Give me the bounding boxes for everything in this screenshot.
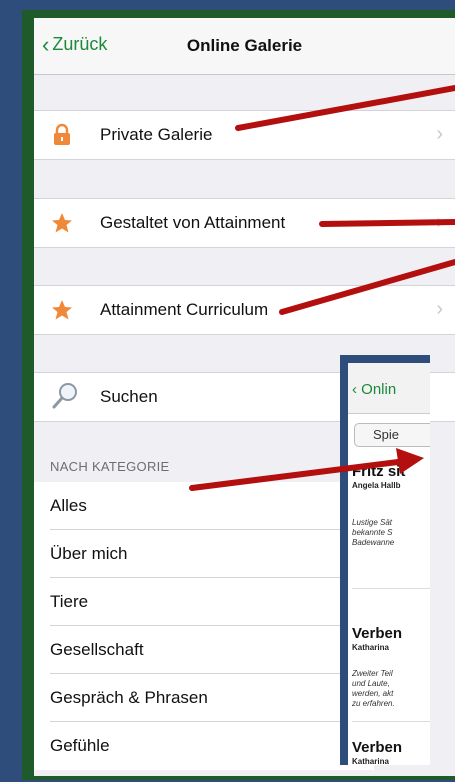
inset-back-button[interactable]: ‹ Onlin [352,381,396,398]
row-label: Gestaltet von Attainment [100,213,286,232]
inset-item-desc: Zweiter Teil [352,669,393,678]
row-label: Attainment Curriculum [100,300,269,319]
category-item[interactable]: Alles [34,482,374,530]
inset-item-desc: bekannte S [352,528,393,537]
category-label: Alles [50,496,87,515]
chevron-right-icon: › [436,298,443,320]
inset-item-desc: zu erfahren. [352,699,395,708]
navigation-bar: ‹ Zurück Online Galerie [34,18,455,75]
inset-item-title: Verben [352,625,403,642]
inset-navigation-bar: ‹ Onlin [348,363,430,414]
divider [352,588,430,589]
inset-item-title: Fritz sit [352,463,406,480]
divider [352,721,430,722]
category-item[interactable]: Tiere [34,578,374,626]
category-label: Gespräch & Phrasen [50,688,208,707]
inset-item-title: Verben [352,739,403,756]
row-attainment-curriculum[interactable]: Attainment Curriculum › [34,285,455,335]
section-header: NACH KATEGORIE [50,459,170,474]
inset-screen: ‹ Onlin Spie Fritz sit Angela Hallb Lust… [348,363,430,765]
magnifier-icon [50,383,77,409]
inset-item-author: Angela Hallb [352,481,401,490]
inset-back-label: Onlin [361,381,397,398]
category-label: Gesellschaft [50,640,144,659]
inset-item-desc: und Laute, [352,679,390,688]
inset-screenshot: ‹ Onlin Spie Fritz sit Angela Hallb Lust… [340,355,430,765]
inset-item-author: Katharina [352,643,389,652]
inset-item-desc: Lustige Sät [352,518,393,527]
row-label: Private Galerie [100,125,213,144]
inset-search-field[interactable]: Spie [354,423,430,447]
row-private-gallery[interactable]: Private Galerie › [34,110,455,160]
inset-search-text: Spie [373,427,400,442]
inset-item-desc: Badewanne [352,538,395,547]
inset-item-author: Katharina [352,757,389,765]
page-title: Online Galerie [186,36,303,55]
category-label: Über mich [50,544,128,563]
chevron-right-icon: › [436,123,443,145]
row-designed-by-attainment[interactable]: Gestaltet von Attainment › [34,198,455,248]
star-icon [50,298,74,322]
category-item[interactable]: Gesellschaft [34,626,374,674]
star-icon [50,211,74,235]
category-item[interactable]: Über mich [34,530,374,578]
category-label: Tiere [50,592,89,611]
category-label: Gefühle [50,736,110,755]
category-item[interactable]: Gefühle [34,722,374,770]
lock-icon [50,123,74,147]
category-item[interactable]: Gespräch & Phrasen [34,674,374,722]
chevron-right-icon: › [436,211,443,233]
row-label: Suchen [100,387,158,406]
inset-item-desc: werden, akt [352,689,394,698]
